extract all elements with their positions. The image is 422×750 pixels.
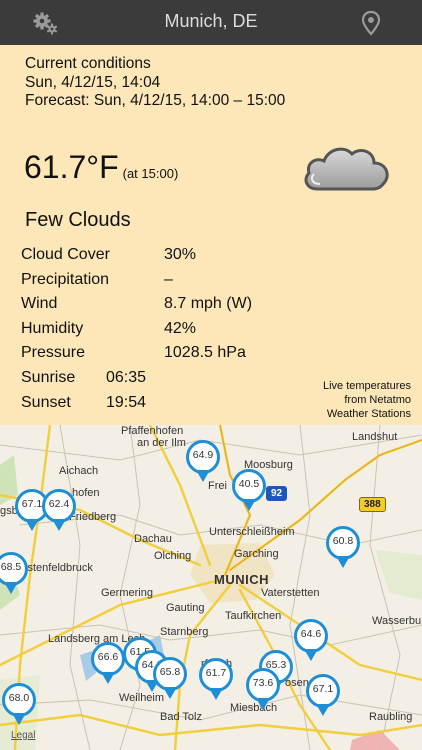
temperature-pin[interactable]: 66.6 <box>91 642 125 688</box>
detail-label-pressure: Pressure <box>21 344 86 361</box>
conditions-heading: Current conditions <box>25 55 151 72</box>
detail-label-precipitation: Precipitation <box>21 271 110 288</box>
temperature-pin[interactable]: 68.0 <box>2 683 36 729</box>
temperature-value: 61.7°F <box>24 149 119 185</box>
note-line: Live temperatures <box>322 380 411 392</box>
pin-value: 64.6 <box>300 628 322 640</box>
weather-panel: Current conditions Sun, 4/12/15, 14:04 F… <box>0 45 422 425</box>
netatmo-note: Live temperatures from Netatmo Weather S… <box>291 379 411 421</box>
map-label: Taufkirchen <box>225 610 282 622</box>
note-line: Weather Stations <box>326 408 411 420</box>
detail-value-cloud-cover: 30% <box>164 246 197 263</box>
map-label: Germering <box>101 587 153 599</box>
map-label: Starnberg <box>160 626 209 638</box>
map-label: Gauting <box>166 602 205 614</box>
conditions-datetime: Sun, 4/12/15, 14:04 <box>25 73 161 91</box>
temperature-pin[interactable]: 40.5 <box>232 469 266 515</box>
map-label: Landshut <box>352 431 398 443</box>
pin-value: 73.6 <box>252 677 274 689</box>
city-label-munich: MUNICH <box>214 572 269 587</box>
pin-value: 64.9 <box>192 449 214 461</box>
map-label: Garching <box>234 548 279 560</box>
temperature-pin[interactable]: 62.4 <box>42 489 76 535</box>
pin-value: 68.0 <box>8 692 30 704</box>
sunset-value: 19:54 <box>106 394 147 411</box>
map-label: Vaterstetten <box>261 587 320 599</box>
pin-value: 60.8 <box>332 535 354 547</box>
map-label: Raubling <box>369 711 413 723</box>
location-pin-icon[interactable] <box>358 10 384 36</box>
temperature-pin[interactable]: 68.5 <box>0 552 28 598</box>
map-label: hofen <box>72 487 100 499</box>
temperature-pin[interactable]: 67.1 <box>306 674 340 720</box>
temperature-pin[interactable]: 64.6 <box>294 619 328 665</box>
map-label: Dachau <box>134 533 172 545</box>
temperature-time: (at 15:00) <box>122 166 179 181</box>
detail-label-wind: Wind <box>21 295 58 312</box>
current-conditions: Current conditions Sun, 4/12/15, 14:04 F… <box>25 55 285 111</box>
detail-value-precipitation: – <box>164 271 173 288</box>
sunrise-value: 06:35 <box>106 369 147 386</box>
sunset-label: Sunset <box>21 394 71 411</box>
pin-value: 62.4 <box>48 498 70 510</box>
map-label: Unterschleißheim <box>209 526 295 538</box>
temperature-row: 61.7°F (at 15:00) <box>24 149 178 186</box>
temperature-map[interactable]: Pfaffenhofen an der Ilm Landshut Aichach… <box>0 425 422 750</box>
detail-value-pressure: 1028.5 hPa <box>164 344 246 361</box>
temperature-pin[interactable]: 73.6 <box>246 668 280 714</box>
temperature-pin[interactable]: 60.8 <box>326 526 360 572</box>
cloud-icon <box>304 147 389 191</box>
road-shield-b388: 388 <box>359 497 386 512</box>
temperature-pin[interactable]: 64.9 <box>186 440 220 486</box>
pin-value: 68.5 <box>0 561 22 573</box>
temperature-pin[interactable]: 65.8 <box>153 657 187 703</box>
sunrise-label: Sunrise <box>21 369 76 386</box>
detail-label-cloud-cover: Cloud Cover <box>21 246 110 263</box>
map-label: Olching <box>154 550 192 562</box>
detail-value-humidity: 42% <box>164 320 197 337</box>
forecast-range: Forecast: Sun, 4/12/15, 14:00 – 15:00 <box>25 92 286 109</box>
pin-value: 61.7 <box>205 667 227 679</box>
map-label: Friedberg <box>69 511 117 523</box>
map-label: Aichach <box>59 465 99 477</box>
road-shield-a92: 92 <box>266 486 288 501</box>
temperature-pin[interactable]: 61.7 <box>199 658 233 704</box>
nav-bar: Munich, DE <box>0 0 422 45</box>
legal-link[interactable]: Legal <box>11 730 35 741</box>
pin-value: 66.6 <box>97 651 119 663</box>
map-label: Pfaffenhofen <box>121 425 184 437</box>
map-label: Wasserbu <box>372 615 422 627</box>
map-label: Bad Tolz <box>160 711 202 723</box>
detail-label-humidity: Humidity <box>21 320 84 337</box>
pin-value: 65.8 <box>159 666 181 678</box>
condition-label: Few Clouds <box>25 209 131 231</box>
pin-value: 67.1 <box>312 683 334 695</box>
note-line: from Netatmo <box>344 394 411 406</box>
detail-value-wind: 8.7 mph (W) <box>164 295 253 312</box>
pin-value: 40.5 <box>238 478 260 490</box>
map-label: an der Ilm <box>137 437 186 449</box>
